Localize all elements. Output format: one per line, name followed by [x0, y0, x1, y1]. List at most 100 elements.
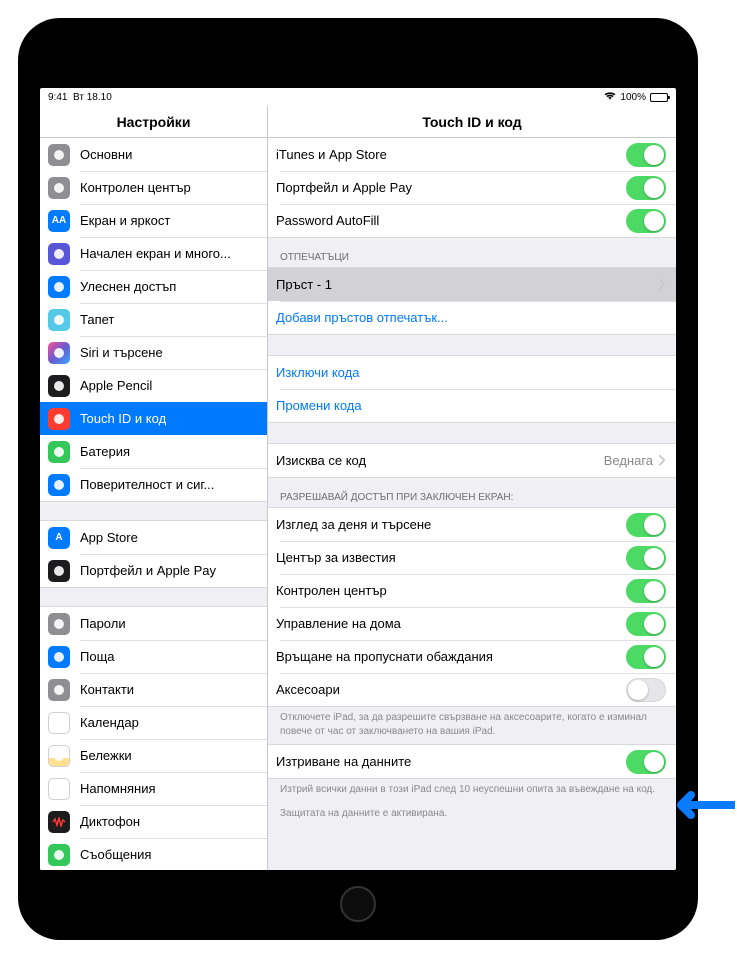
sidebar-item-label: Контакти	[80, 682, 257, 697]
sidebar-item-label: Начален екран и много...	[80, 246, 257, 261]
chevron-right-icon	[659, 455, 666, 466]
row-label: Изтриване на данните	[276, 754, 626, 769]
sidebar-item-contacts[interactable]: Контакти	[40, 673, 267, 706]
row-value: Веднага	[604, 453, 653, 468]
sidebar-item-battery[interactable]: Батерия	[40, 435, 267, 468]
sidebar-item-privacy[interactable]: Поверителност и сиг...	[40, 468, 267, 501]
appstore-icon: A	[48, 527, 70, 549]
allow-home-ctrl-toggle[interactable]	[626, 612, 666, 636]
sidebar-item-label: Портфейл и Apple Pay	[80, 563, 257, 578]
sidebar-item-label: Батерия	[80, 444, 257, 459]
require-passcode[interactable]: Изисква се кодВеднага	[268, 444, 676, 477]
sidebar-item-mail[interactable]: Поща	[40, 640, 267, 673]
sidebar-item-passwords[interactable]: Пароли	[40, 607, 267, 640]
allow-cc: Контролен център	[268, 574, 676, 607]
allow-missed: Връщане на пропуснати обаждания	[268, 640, 676, 673]
sidebar-item-control-center[interactable]: Контролен център	[40, 171, 267, 204]
reminders-icon	[48, 778, 70, 800]
annotation-arrow	[677, 790, 735, 820]
row-label: Добави пръстов отпечатък...	[276, 310, 666, 325]
sidebar-item-display[interactable]: AA Екран и яркост	[40, 204, 267, 237]
allow-today: Изглед за деня и търсене	[268, 508, 676, 541]
sidebar-item-label: Напомняния	[80, 781, 257, 796]
allow-notif-toggle[interactable]	[626, 546, 666, 570]
siri-icon	[48, 342, 70, 364]
change-passcode[interactable]: Промени кода	[268, 389, 676, 422]
sidebar-item-label: Контролен център	[80, 180, 257, 195]
battery-icon	[650, 93, 668, 102]
row-label: Управление на дома	[276, 616, 626, 631]
sidebar-item-label: Пароли	[80, 616, 257, 631]
sidebar-item-messages[interactable]: Съобщения	[40, 838, 267, 870]
nav-bar: Настройки Touch ID и код	[40, 106, 676, 138]
use-touchid-autofill-toggle[interactable]	[626, 209, 666, 233]
sidebar-item-label: Диктофон	[80, 814, 257, 829]
sidebar-item-reminders[interactable]: Напомняния	[40, 772, 267, 805]
use-touchid-itunes-toggle[interactable]	[626, 143, 666, 167]
person-icon	[48, 276, 70, 298]
use-touchid-itunes: iTunes и App Store	[268, 138, 676, 171]
sidebar-item-app-store[interactable]: A App Store	[40, 521, 267, 554]
row-label: Изключи кода	[276, 365, 666, 380]
allow-missed-toggle[interactable]	[626, 645, 666, 669]
sidebar-item-general[interactable]: Основни	[40, 138, 267, 171]
row-label: Център за известия	[276, 550, 626, 565]
sidebar-item-label: App Store	[80, 530, 257, 545]
fingerprint-icon	[48, 408, 70, 430]
fingerprint-1[interactable]: Пръст - 1	[268, 268, 676, 301]
row-label: Изглед за деня и търсене	[276, 517, 626, 532]
turn-passcode-off[interactable]: Изключи кода	[268, 356, 676, 389]
sidebar-item-label: Бележки	[80, 748, 257, 763]
sidebar-title: Настройки	[40, 106, 268, 137]
sidebar[interactable]: Основни Контролен център AA Екран и яркост Н…	[40, 138, 268, 870]
sidebar-item-label: Екран и яркост	[80, 213, 257, 228]
battery-icon	[48, 441, 70, 463]
sidebar-item-voice-memos[interactable]: Диктофон	[40, 805, 267, 838]
allow-notif: Център за известия	[268, 541, 676, 574]
pencil-icon	[48, 375, 70, 397]
sidebar-item-label: Съобщения	[80, 847, 257, 862]
sidebar-item-label: Календар	[80, 715, 257, 730]
erase-footer-1: Изтрий всички данни в този iPad след 10 …	[268, 779, 676, 803]
message-icon	[48, 844, 70, 866]
hand-icon	[48, 474, 70, 496]
sidebar-item-label: Основни	[80, 147, 257, 162]
allow-cc-toggle[interactable]	[626, 579, 666, 603]
sidebar-item-touch-id[interactable]: Touch ID и код	[40, 402, 267, 435]
allow-locked-header: РАЗРЕШАВАЙ ДОСТЪП ПРИ ЗАКЛЮЧЕН ЕКРАН:	[268, 478, 676, 507]
row-label: Контролен център	[276, 583, 626, 598]
waveform-icon	[48, 811, 70, 833]
add-fingerprint[interactable]: Добави пръстов отпечатък...	[268, 301, 676, 334]
allow-today-toggle[interactable]	[626, 513, 666, 537]
screen: 9:41 Вт 18.10 100% Настройки Touch ID и …	[40, 88, 676, 870]
allow-accessories-toggle[interactable]	[626, 678, 666, 702]
ipad-frame: 9:41 Вт 18.10 100% Настройки Touch ID и …	[18, 18, 698, 940]
sidebar-item-apple-pencil[interactable]: Apple Pencil	[40, 369, 267, 402]
use-touchid-autofill: Password AutoFill	[268, 204, 676, 237]
calendar-icon	[48, 712, 70, 734]
home-button[interactable]	[340, 886, 376, 922]
sidebar-item-label: Поверителност и сиг...	[80, 477, 257, 492]
erase-data-toggle[interactable]	[626, 750, 666, 774]
sidebar-item-notes[interactable]: Бележки	[40, 739, 267, 772]
sidebar-item-label: Улеснен достъп	[80, 279, 257, 294]
sidebar-item-label: Тапет	[80, 312, 257, 327]
sidebar-item-calendar[interactable]: Календар	[40, 706, 267, 739]
allow-home-ctrl: Управление на дома	[268, 607, 676, 640]
sidebar-item-siri[interactable]: Siri и търсене	[40, 336, 267, 369]
sidebar-item-label: Поща	[80, 649, 257, 664]
allow-locked-footer: Отключете iPad, за да разрешите свързван…	[268, 707, 676, 744]
sidebar-item-home-screen[interactable]: Начален екран и много...	[40, 237, 267, 270]
row-label: Password AutoFill	[276, 213, 626, 228]
detail-pane[interactable]: iTunes и App Store Портфейл и Apple Pay Pa…	[268, 138, 676, 870]
row-label: Връщане на пропуснати обаждания	[276, 649, 626, 664]
battery-percent: 100%	[620, 92, 646, 103]
use-touchid-wallet-pay-toggle[interactable]	[626, 176, 666, 200]
erase-data-row: Изтриване на данните	[268, 745, 676, 778]
row-label: Портфейл и Apple Pay	[276, 180, 626, 195]
sidebar-item-wallpaper[interactable]: Тапет	[40, 303, 267, 336]
fingerprints-header: ОТПЕЧАТЪЦИ	[268, 238, 676, 267]
aa-icon: AA	[48, 210, 70, 232]
sidebar-item-wallet[interactable]: Портфейл и Apple Pay	[40, 554, 267, 587]
sidebar-item-accessibility[interactable]: Улеснен достъп	[40, 270, 267, 303]
